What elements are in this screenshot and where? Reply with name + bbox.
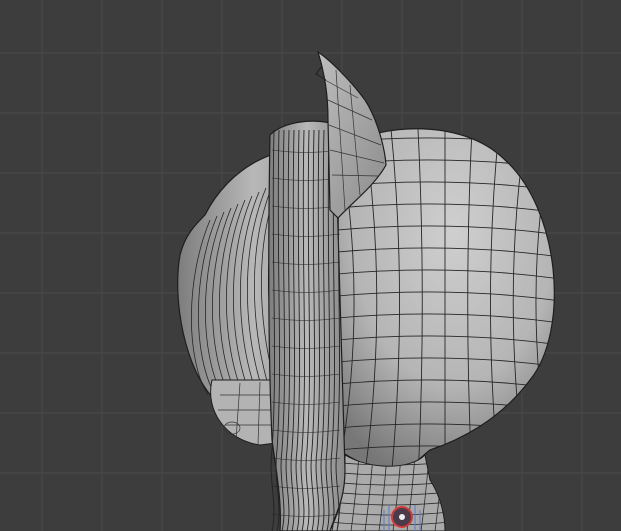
3d-viewport[interactable] (0, 0, 621, 531)
neck-mesh[interactable] (329, 453, 450, 531)
viewport-canvas[interactable] (0, 0, 621, 531)
origin-marker[interactable] (383, 505, 421, 531)
